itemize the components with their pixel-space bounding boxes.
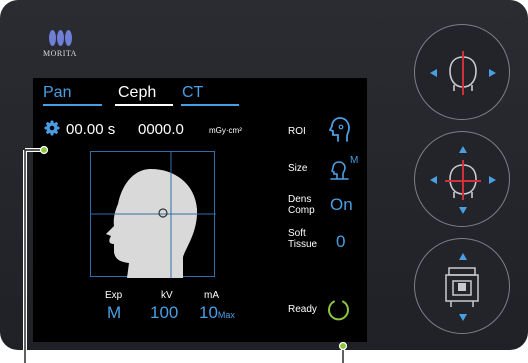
callout-leader-bottom (338, 341, 348, 363)
callout-leader-left (23, 145, 49, 363)
callout-leaders (23, 145, 348, 363)
